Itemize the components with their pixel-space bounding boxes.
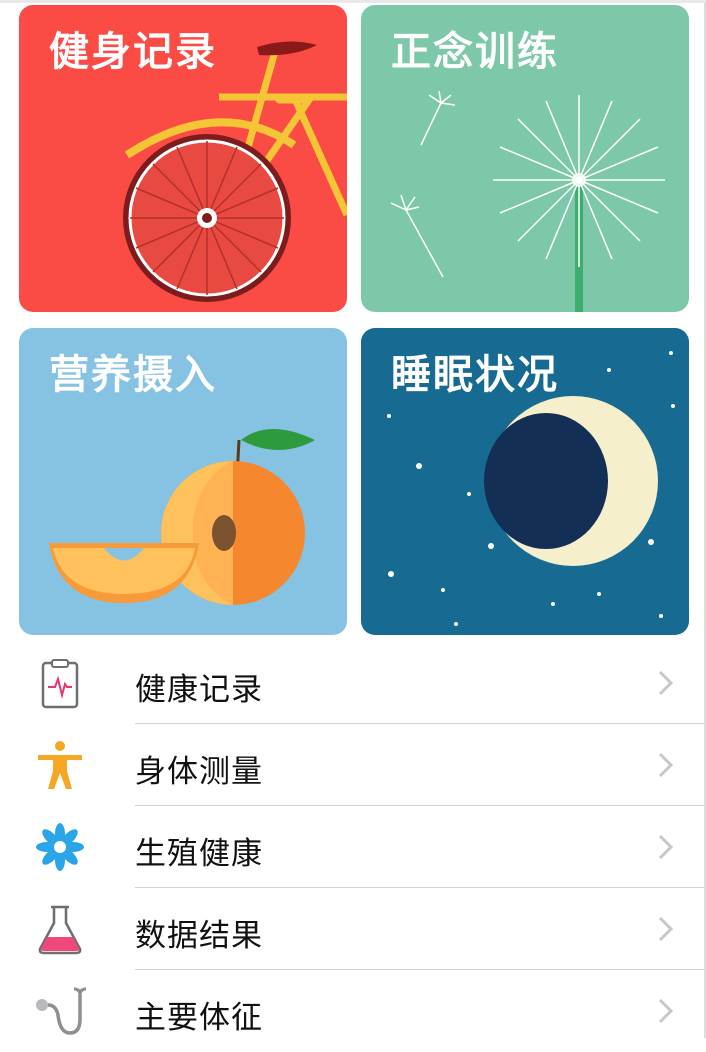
flask-icon: [34, 903, 86, 955]
top-divider: [0, 0, 706, 3]
card-mindfulness[interactable]: 正念训练: [361, 5, 689, 312]
chevron-right-icon: [658, 916, 674, 942]
chevron-right-icon: [658, 670, 674, 696]
body-figure-icon: [34, 739, 86, 791]
chevron-right-icon: [658, 752, 674, 778]
chevron-right-icon: [658, 998, 674, 1024]
list-item-vital-signs[interactable]: 主要体征: [0, 970, 704, 1052]
clipboard-heartbeat-icon: [34, 657, 86, 709]
list-item-lab-results[interactable]: 数据结果: [0, 888, 704, 970]
list-item-label: 身体测量: [135, 754, 263, 790]
list-item-body-measurements[interactable]: 身体测量: [0, 724, 704, 806]
health-category-list: 健康记录 身体测量 生殖健康 数据结果 主要体征: [0, 642, 704, 1052]
list-item-label: 健康记录: [135, 672, 263, 708]
list-item-label: 生殖健康: [135, 836, 263, 872]
list-item-reproductive-health[interactable]: 生殖健康: [0, 806, 704, 888]
list-item-label: 数据结果: [135, 918, 263, 954]
card-sleep-status[interactable]: 睡眠状况: [361, 328, 689, 635]
stethoscope-icon: [34, 985, 87, 1037]
card-nutrition-intake[interactable]: 营养摄入: [19, 328, 347, 635]
chevron-right-icon: [658, 834, 674, 860]
card-title: 健身记录: [49, 29, 217, 75]
list-item-health-records[interactable]: 健康记录: [0, 642, 704, 724]
list-item-label: 主要体征: [135, 1000, 263, 1036]
card-title: 睡眠状况: [391, 352, 559, 398]
card-fitness-records[interactable]: 健身记录: [19, 5, 347, 312]
flower-icon: [34, 821, 86, 873]
card-title: 营养摄入: [49, 352, 217, 398]
card-title: 正念训练: [391, 29, 559, 75]
